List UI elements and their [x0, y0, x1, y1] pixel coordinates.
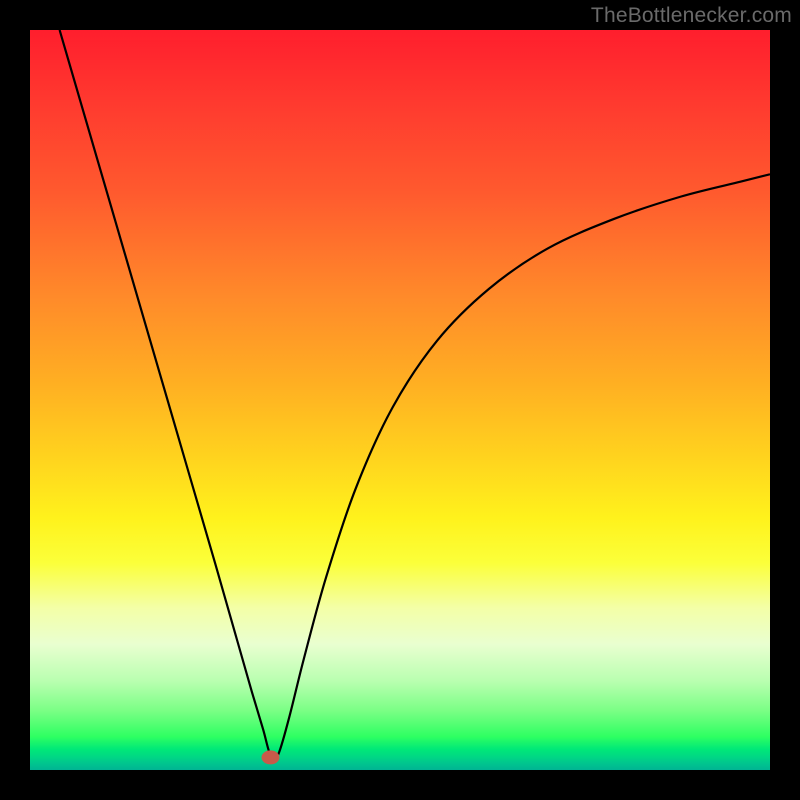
chart-frame: TheBottlenecker.com	[0, 0, 800, 800]
chart-svg	[30, 30, 770, 770]
minimum-marker	[262, 750, 280, 764]
bottleneck-curve	[60, 30, 770, 759]
plot-area	[30, 30, 770, 770]
watermark-text: TheBottlenecker.com	[591, 4, 792, 28]
